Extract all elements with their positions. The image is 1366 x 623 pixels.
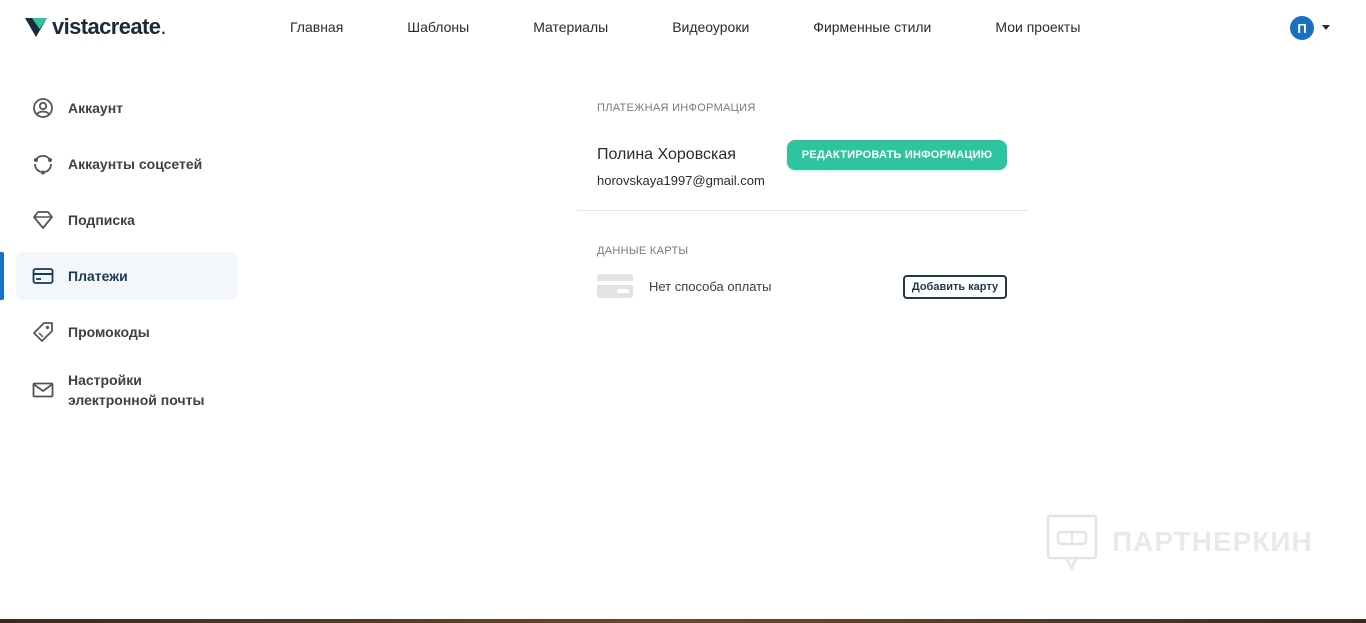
- logo-dot: .: [160, 14, 167, 39]
- add-card-button[interactable]: Добавить карту: [903, 275, 1007, 299]
- logo-mark-icon: [25, 18, 47, 37]
- sidebar-item-account[interactable]: Аккаунт: [16, 84, 238, 132]
- no-payment-method-text: Нет способа оплаты: [649, 279, 772, 294]
- bottom-strip: [0, 619, 1366, 623]
- sidebar-item-label: Промокоды: [68, 324, 150, 340]
- edit-info-button[interactable]: РЕДАКТИРОВАТЬ ИНФОРМАЦИЮ: [787, 140, 1007, 170]
- sidebar-item-social-accounts[interactable]: Аккаунты соцсетей: [16, 140, 238, 188]
- credit-card-icon: [32, 265, 54, 287]
- sidebar-item-promocodes[interactable]: Промокоды: [16, 308, 238, 356]
- billing-email: horovskaya1997@gmail.com: [597, 173, 765, 188]
- nav-templates[interactable]: Шаблоны: [407, 19, 469, 35]
- chevron-down-icon[interactable]: [1322, 25, 1330, 30]
- watermark-logo-icon: [1046, 514, 1098, 570]
- nav-materials[interactable]: Материалы: [533, 19, 608, 35]
- card-placeholder-icon: [597, 274, 633, 298]
- watermark-text: ПАРТНЕРКИН: [1112, 526, 1313, 557]
- nav-video-lessons[interactable]: Видеоуроки: [672, 19, 749, 35]
- sidebar-item-payments[interactable]: Платежи: [16, 252, 238, 300]
- sidebar-item-label: Настройки электронной почты: [68, 372, 205, 408]
- nav-brand-styles[interactable]: Фирменные стили: [813, 19, 931, 35]
- share-cycle-icon: [32, 153, 54, 175]
- mail-icon: [32, 379, 54, 401]
- nav-home[interactable]: Главная: [290, 19, 343, 35]
- tag-icon: [32, 321, 54, 343]
- main-nav: Главная Шаблоны Материалы Видеоуроки Фир…: [290, 19, 1080, 35]
- active-indicator: [0, 252, 4, 300]
- diamond-icon: [32, 209, 54, 231]
- sidebar-item-label: Аккаунт: [68, 100, 124, 116]
- vistacreate-logo[interactable]: vistacreate.: [24, 14, 167, 40]
- sidebar-item-label: Платежи: [68, 268, 128, 284]
- payment-info-title: ПЛАТЕЖНАЯ ИНФОРМАЦИЯ: [597, 102, 756, 114]
- sidebar-item-subscription[interactable]: Подписка: [16, 196, 238, 244]
- section-divider: [577, 210, 1028, 211]
- sidebar-item-label: Аккаунты соцсетей: [68, 156, 203, 172]
- user-avatar[interactable]: П: [1290, 16, 1314, 40]
- card-data-title: ДАННЫЕ КАРТЫ: [597, 245, 689, 257]
- watermark: ПАРТНЕРКИН: [1046, 514, 1313, 570]
- sidebar-item-label: Подписка: [68, 212, 135, 228]
- logo-text: vistacreate: [52, 14, 161, 39]
- nav-my-projects[interactable]: Мои проекты: [995, 19, 1080, 35]
- sidebar-item-email-settings[interactable]: Настройки электронной почты: [16, 364, 238, 416]
- top-header: vistacreate. Главная Шаблоны Материалы В…: [0, 0, 1366, 56]
- billing-name: Полина Хоровская: [597, 146, 736, 163]
- user-circle-icon: [32, 97, 54, 119]
